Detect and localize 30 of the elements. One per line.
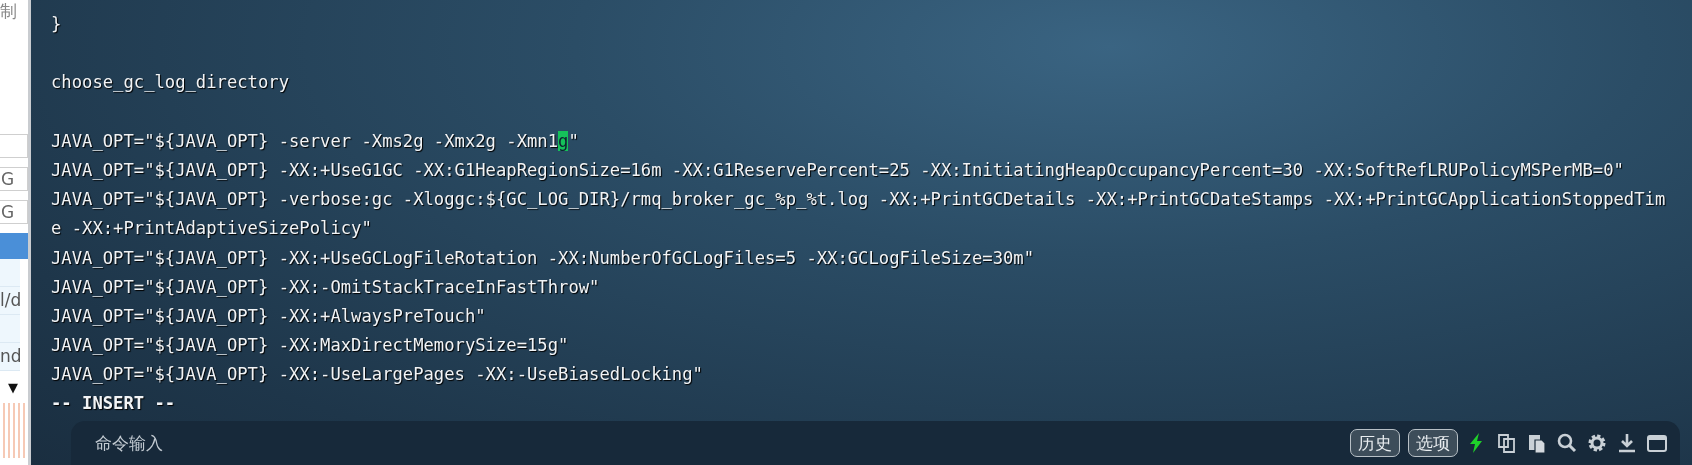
code-line: e -XX:+PrintAdaptiveSizePolicy" [51,217,373,241]
code-line: JAVA_OPT="${JAVA_OPT} -XX:+UseG1GC -XX:G1HeapRegionSize=16m -XX:G1ReservePercent=25 -XX:InitiatingHeapOccupancyPercent=30 -XX:SoftRefLRUPolicyMSPerMB=0" [51,158,1625,182]
window-icon[interactable] [1646,432,1668,454]
text-field[interactable]: G [0,200,28,224]
options-button[interactable]: 选项 [1408,429,1458,457]
history-button[interactable]: 历史 [1350,429,1400,457]
mode-indicator: -- INSERT -- [51,392,177,416]
text-field[interactable] [0,134,28,158]
command-input[interactable]: 命令输入 [71,428,1350,458]
list-row[interactable]: nd [0,343,20,371]
paste-icon[interactable] [1526,432,1548,454]
code-line: choose_gc_log_directory [51,71,290,95]
code-line: JAVA_OPT="${JAVA_OPT} -server -Xms2g -Xmx2g -Xmn1g" [51,129,580,153]
download-icon[interactable] [1616,432,1638,454]
list-row[interactable]: l/d [0,287,20,315]
dropdown-caret[interactable]: ▼ [8,381,22,395]
copy-icon[interactable] [1496,432,1518,454]
selected-bar [0,233,28,259]
panel-label: 制 [0,0,18,22]
search-icon[interactable] [1556,432,1578,454]
code-line: JAVA_OPT="${JAVA_OPT} -XX:MaxDirectMemorySize=15g" [51,334,570,358]
settings-icon[interactable] [1586,432,1608,454]
code-line: JAVA_OPT="${JAVA_OPT} -verbose:gc -Xloggc:${GC_LOG_DIR}/rmq_broker_gc_%p_%t.log -XX:+PrintGCDetails -XX:+PrintGCDateStamps -XX:+PrintGCApplicationStoppedTim [51,188,1667,212]
command-field[interactable]: 命令输入 [71,421,1350,465]
code-line: } [51,13,63,36]
code-line: JAVA_OPT="${JAVA_OPT} -XX:-UseLargePages -XX:-UseBiasedLocking" [51,363,704,387]
text-field[interactable]: G [0,167,28,191]
code-line: JAVA_OPT="${JAVA_OPT} -XX:-OmitStackTraceInFastThrow" [51,275,601,299]
code-line: JAVA_OPT="${JAVA_OPT} -XX:+AlwaysPreTouch" [51,304,487,328]
code-line: JAVA_OPT="${JAVA_OPT} -XX:+UseGCLogFileRotation -XX:NumberOfGCLogFiles=5 -XX:GCLogFileSize=30m" [51,246,1036,270]
